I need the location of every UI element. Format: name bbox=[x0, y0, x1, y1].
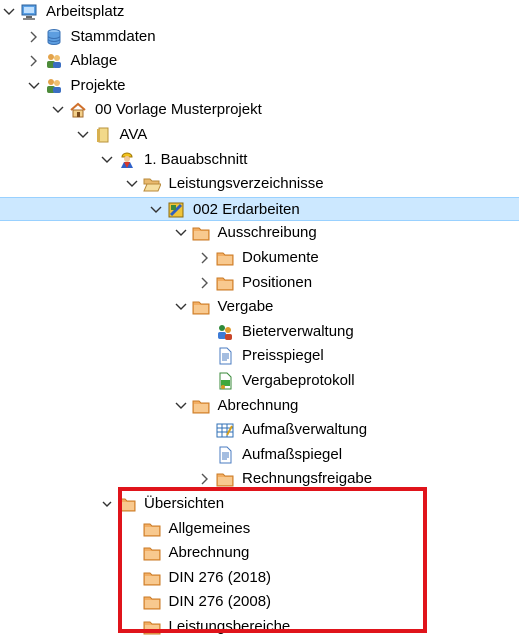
chevron-down-icon[interactable] bbox=[125, 177, 139, 191]
tree-item[interactable]: Arbeitsplatz bbox=[0, 0, 519, 24]
tree-item-label: 00 Vorlage Musterprojekt bbox=[95, 101, 262, 119]
chevron-down-icon[interactable] bbox=[174, 399, 188, 413]
tree-item[interactable]: 002 Erdarbeiten bbox=[0, 196, 519, 221]
tree-item-label: AVA bbox=[119, 126, 148, 143]
tree-item[interactable]: Positionen bbox=[0, 271, 519, 295]
chevron-down-icon[interactable] bbox=[2, 5, 16, 19]
chevron-right-icon[interactable] bbox=[198, 251, 212, 265]
chevron-right-icon[interactable] bbox=[198, 472, 212, 486]
document-icon bbox=[216, 347, 234, 365]
tree-item[interactable]: Abrechnung bbox=[0, 394, 519, 418]
folder-icon bbox=[216, 249, 234, 267]
tree-item[interactable]: Vergabeprotokoll bbox=[0, 369, 519, 393]
folder-icon bbox=[216, 274, 234, 292]
tree-item[interactable]: Ablage bbox=[0, 49, 519, 73]
tree-item-label: Projekte bbox=[70, 76, 126, 94]
lv-icon bbox=[167, 201, 185, 219]
book-icon bbox=[94, 126, 112, 144]
chevron-right-icon[interactable] bbox=[198, 276, 212, 290]
folder-icon bbox=[143, 544, 161, 562]
worker-icon bbox=[118, 151, 136, 169]
tree-item-label: Positionen bbox=[242, 273, 313, 291]
chevron-right-icon[interactable] bbox=[27, 30, 41, 44]
folder-icon bbox=[216, 470, 234, 488]
database-icon bbox=[45, 28, 63, 46]
folder-icon bbox=[192, 397, 210, 415]
bidders-icon bbox=[216, 323, 234, 341]
house-icon bbox=[69, 101, 87, 119]
tree-item-label: Ausschreibung bbox=[217, 224, 317, 242]
chevron-down-icon[interactable] bbox=[100, 153, 114, 167]
tree-item[interactable]: Ausschreibung bbox=[0, 221, 519, 245]
folder-icon bbox=[192, 298, 210, 316]
tree-item-label: Stammdaten bbox=[70, 27, 156, 45]
tree-item[interactable]: 00 Vorlage Musterprojekt bbox=[0, 98, 519, 122]
tree-item-label: Allgemeines bbox=[168, 519, 251, 537]
tree-item-label: DIN 276 (2018) bbox=[168, 568, 272, 586]
tree-item-label: DIN 276 (2008) bbox=[168, 593, 272, 611]
tree-item[interactable]: Projekte bbox=[0, 74, 519, 98]
tree-item[interactable]: Bieterverwaltung bbox=[0, 320, 519, 344]
document-icon bbox=[216, 446, 234, 464]
tree-item-label: Leistungsverzeichnisse bbox=[168, 175, 324, 193]
folder-icon bbox=[143, 569, 161, 587]
tree-item[interactable]: Übersichten bbox=[0, 492, 519, 516]
spreadsheet-icon bbox=[216, 421, 234, 439]
tree-item-label: Aufmaßverwaltung bbox=[242, 421, 368, 439]
chevron-down-icon[interactable] bbox=[51, 103, 65, 117]
tree-item[interactable]: AVA bbox=[0, 123, 519, 147]
chevron-down-icon[interactable] bbox=[149, 203, 163, 217]
tree-item-label: 002 Erdarbeiten bbox=[193, 200, 300, 218]
tree-item[interactable]: DIN 276 (2008) bbox=[0, 590, 519, 614]
tree-item-label: Vergabe bbox=[217, 298, 274, 316]
tree-item-label: Dokumente bbox=[242, 249, 319, 266]
tree-item-label: Übersichten bbox=[144, 495, 225, 512]
tree-item[interactable]: Leistungsverzeichnisse bbox=[0, 172, 519, 196]
tree-item-label: Abrechnung bbox=[168, 544, 250, 562]
folder-icon bbox=[192, 224, 210, 242]
chevron-down-icon[interactable] bbox=[174, 300, 188, 314]
computer-icon bbox=[20, 3, 38, 21]
tree-item[interactable]: 1. Bauabschnitt bbox=[0, 148, 519, 172]
tree-item[interactable]: Preisspiegel bbox=[0, 344, 519, 368]
tree-item[interactable]: Abrechnung bbox=[0, 541, 519, 565]
tree-item[interactable]: DIN 276 (2018) bbox=[0, 566, 519, 590]
chevron-down-icon[interactable] bbox=[174, 226, 188, 240]
users-icon bbox=[45, 52, 63, 70]
tree-item-label: Bieterverwaltung bbox=[242, 322, 354, 340]
chevron-down-icon[interactable] bbox=[76, 128, 90, 142]
tree-item-label: Aufmaßspiegel bbox=[242, 445, 343, 463]
chevron-down-icon[interactable] bbox=[100, 497, 114, 511]
chevron-down-icon[interactable] bbox=[27, 79, 41, 93]
folder-icon bbox=[143, 593, 161, 611]
tree-item-label: Arbeitsplatz bbox=[46, 3, 125, 20]
users-icon bbox=[45, 77, 63, 95]
protocol-icon bbox=[216, 372, 234, 390]
tree-item[interactable]: Stammdaten bbox=[0, 25, 519, 49]
tree-item-label: Rechnungsfreigabe bbox=[242, 470, 373, 488]
folder-icon bbox=[143, 618, 161, 636]
tree-item-label: Abrechnung bbox=[217, 396, 299, 414]
folder-open-icon bbox=[142, 175, 162, 193]
tree-item[interactable]: Aufmaßverwaltung bbox=[0, 418, 519, 442]
tree-item-label: Leistungsbereiche bbox=[168, 618, 291, 635]
tree-item-label: Preisspiegel bbox=[242, 347, 324, 365]
tree-item-label: Vergabeprotokoll bbox=[242, 372, 355, 389]
tree-item[interactable]: Dokumente bbox=[0, 246, 519, 270]
tree-item[interactable]: Leistungsbereiche bbox=[0, 615, 519, 639]
chevron-right-icon[interactable] bbox=[27, 54, 41, 68]
tree-item[interactable]: Allgemeines bbox=[0, 517, 519, 541]
tree-item[interactable]: Aufmaßspiegel bbox=[0, 443, 519, 467]
folder-icon bbox=[143, 520, 161, 538]
tree-item-label: Ablage bbox=[70, 52, 118, 70]
tree-item-label: 1. Bauabschnitt bbox=[144, 150, 248, 168]
tree-item[interactable]: Vergabe bbox=[0, 295, 519, 319]
folder-icon bbox=[118, 495, 136, 513]
tree-item[interactable]: Rechnungsfreigabe bbox=[0, 467, 519, 491]
